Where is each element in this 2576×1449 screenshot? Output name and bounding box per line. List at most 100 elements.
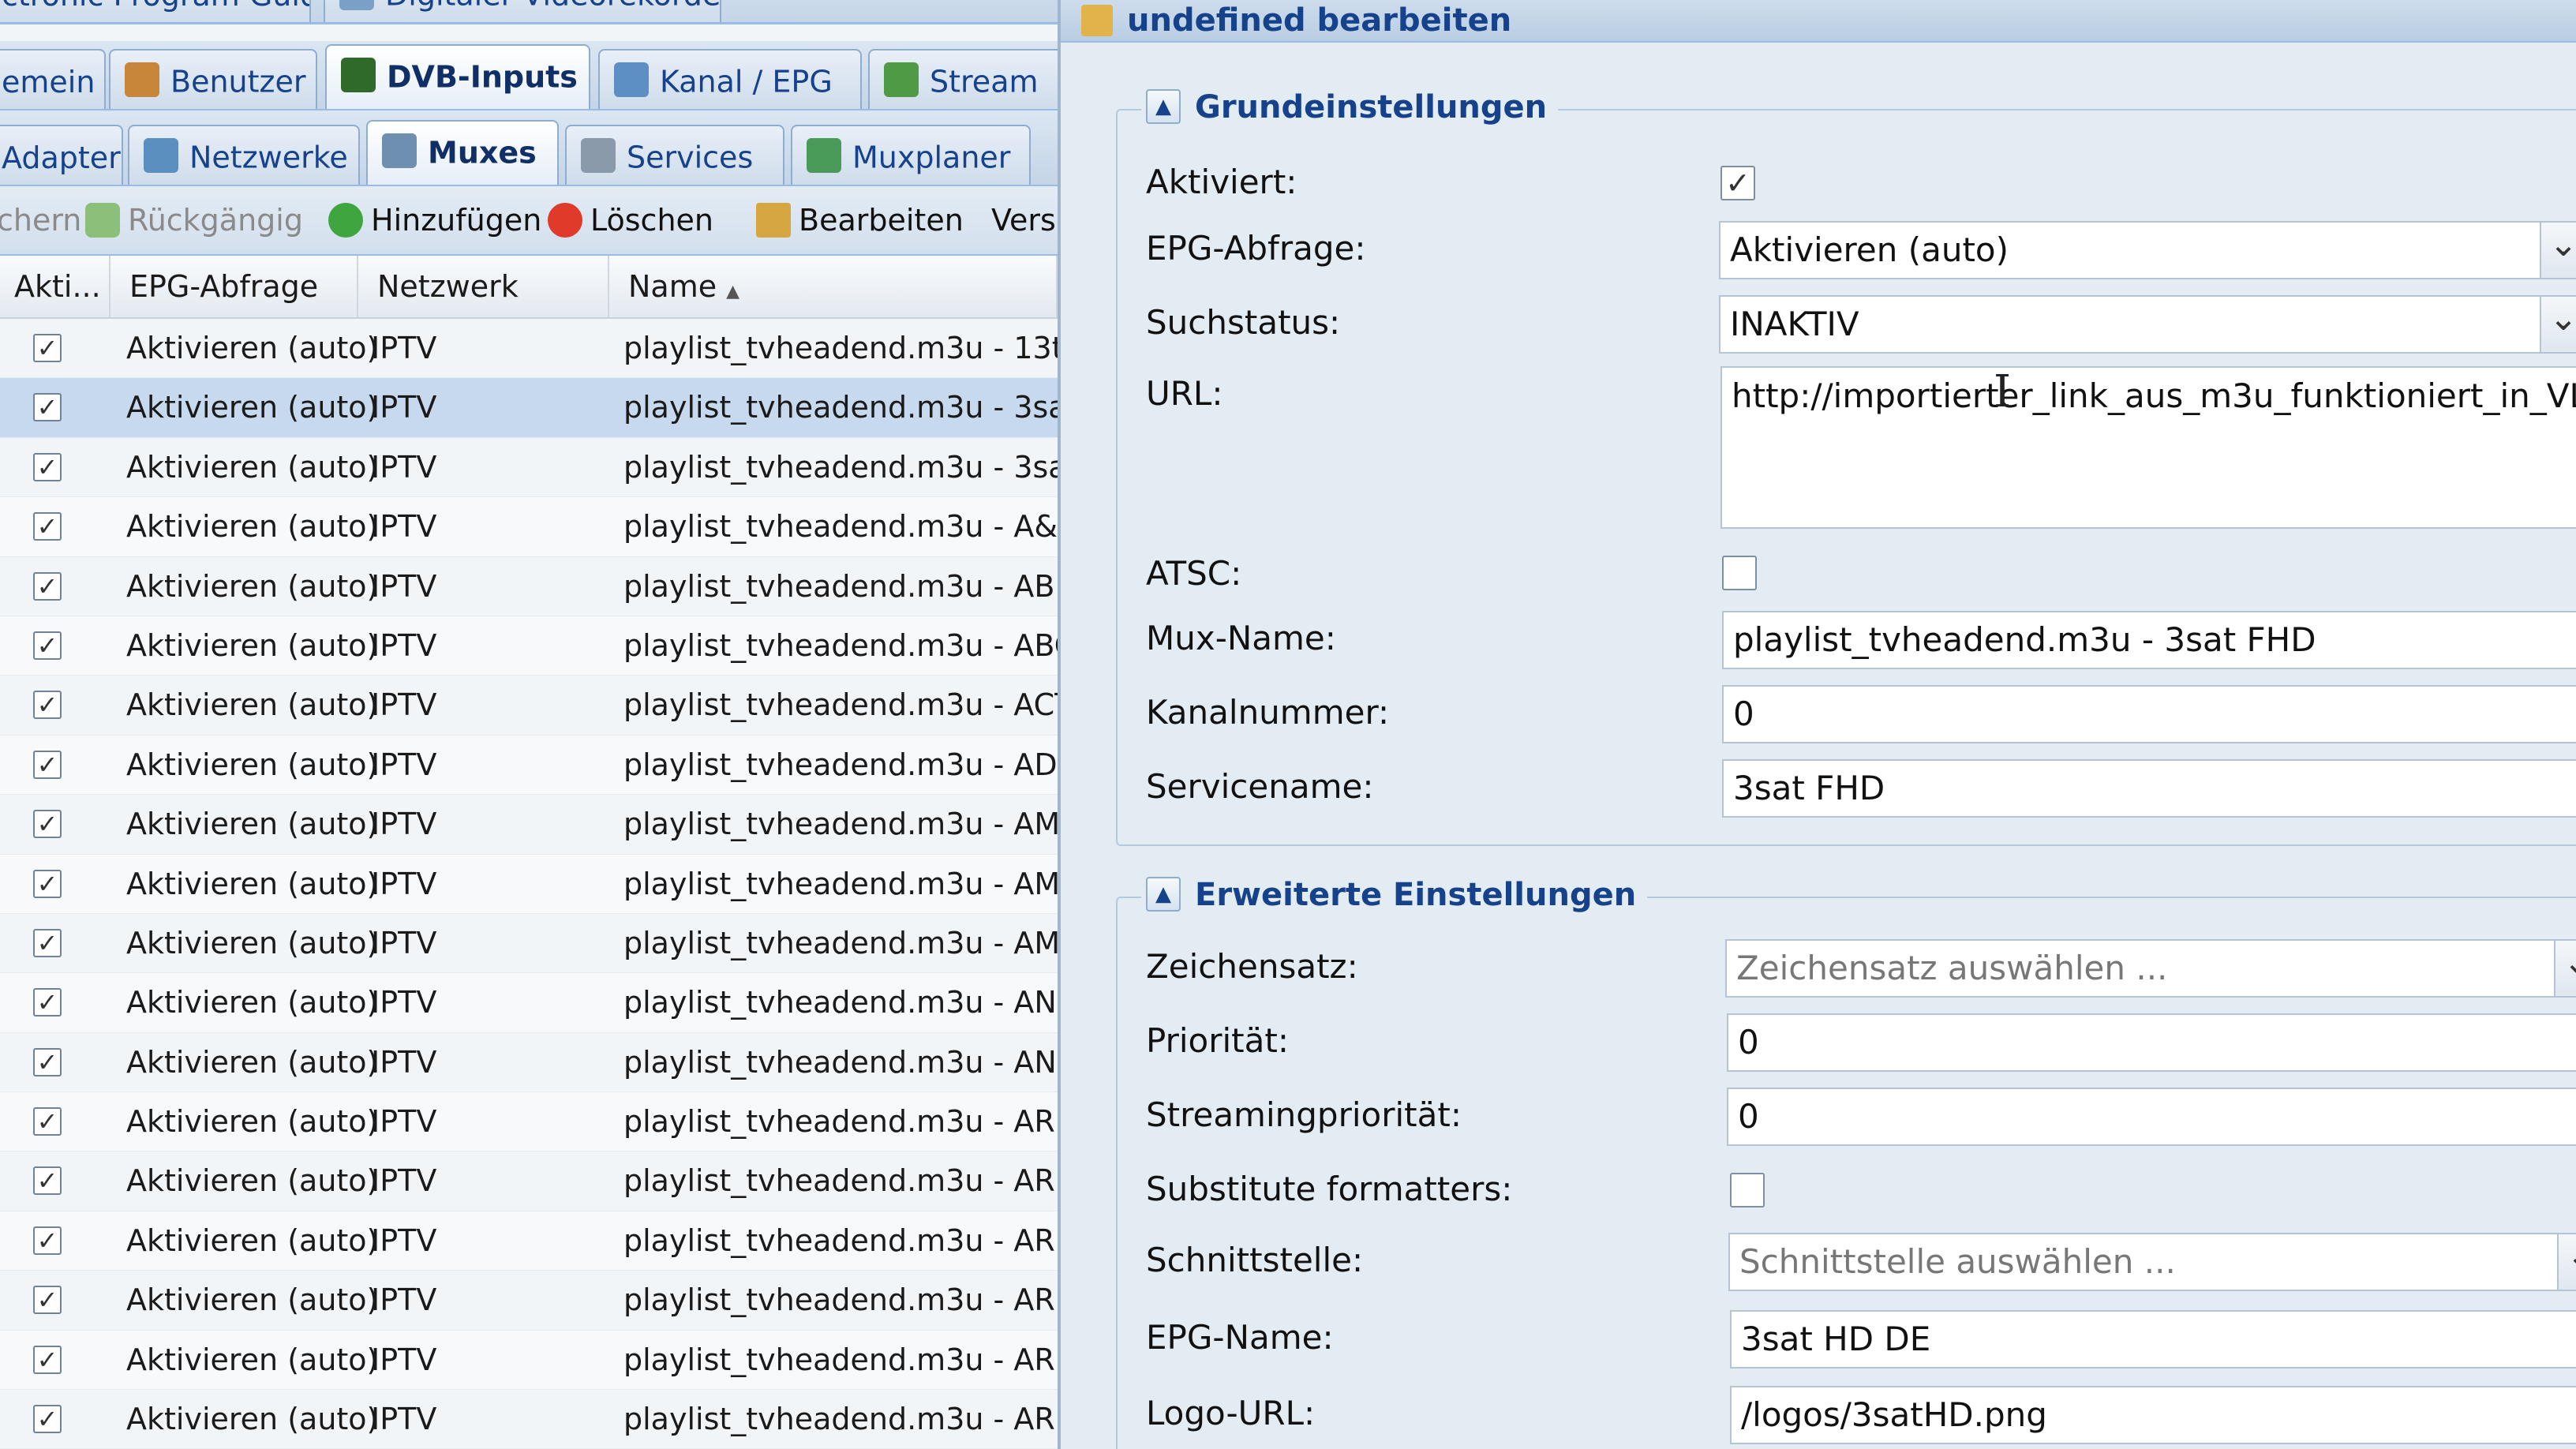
row-epg-cell: Aktivieren (auto): [126, 509, 379, 545]
tab-networks-label: Netzwerke: [189, 140, 348, 175]
row-enabled-checkbox[interactable]: ✓: [33, 988, 62, 1017]
grid-header: Akti... EPG-Abfrage Netzwerk Name ▲: [0, 256, 1058, 319]
tab-stream[interactable]: Stream: [868, 49, 1058, 109]
table-row[interactable]: ✓ Aktivieren (auto) IPTV playlist_tvheadend…: [0, 1211, 1058, 1271]
interface-select[interactable]: Schnittstelle auswählen ...: [1728, 1233, 2576, 1291]
row-name-cell: playlist_tvheadend.m3u - AMC: [623, 866, 1058, 901]
table-row[interactable]: ✓ Aktivieren (auto) IPTV playlist_tvheadend…: [0, 378, 1058, 438]
table-row[interactable]: ✓ Aktivieren (auto) IPTV playlist_tvheadend…: [0, 735, 1058, 796]
row-name-cell: playlist_tvheadend.m3u - ABC: [623, 627, 1058, 663]
stream-priority-input[interactable]: 0: [1727, 1088, 2576, 1146]
table-row[interactable]: ✓ Aktivieren (auto) IPTV playlist_tvheadend…: [0, 1092, 1058, 1152]
add-button[interactable]: Hinzufügen: [328, 186, 541, 254]
more-button[interactable]: Vers: [991, 186, 1056, 254]
row-enabled-checkbox[interactable]: ✓: [33, 334, 62, 362]
table-row[interactable]: ✓ Aktivieren (auto) IPTV playlist_tvheadend…: [0, 438, 1058, 498]
row-name-cell: playlist_tvheadend.m3u - ANIM: [623, 985, 1058, 1020]
row-enabled-checkbox[interactable]: ✓: [33, 571, 62, 601]
row-name-cell: playlist_tvheadend.m3u - AB M: [623, 568, 1058, 604]
table-row[interactable]: ✓ Aktivieren (auto) IPTV playlist_tvheadend…: [0, 319, 1058, 379]
row-enabled-checkbox[interactable]: ✓: [33, 928, 62, 957]
row-enabled-checkbox[interactable]: ✓: [33, 750, 62, 779]
service-name-input[interactable]: 3sat FHD: [1722, 759, 2576, 818]
epg-name-input[interactable]: 3sat HD DE: [1730, 1310, 2576, 1368]
tab-muxscheduler[interactable]: Muxplaner: [791, 125, 1031, 185]
tab-services[interactable]: Services: [565, 125, 784, 185]
table-row[interactable]: ✓ Aktivieren (auto) IPTV playlist_tvheadend…: [0, 1390, 1058, 1449]
atsc-checkbox[interactable]: [1722, 556, 1757, 590]
collapse-icon[interactable]: ▲: [1146, 89, 1181, 124]
table-row[interactable]: ✓ Aktivieren (auto) IPTV playlist_tvheadend…: [0, 497, 1058, 557]
table-row[interactable]: ✓ Aktivieren (auto) IPTV playlist_tvheadend…: [0, 795, 1058, 855]
table-row[interactable]: ✓ Aktivieren (auto) IPTV playlist_tvheadend…: [0, 1033, 1058, 1093]
row-network-cell: IPTV: [371, 509, 437, 545]
row-enabled-checkbox[interactable]: ✓: [33, 512, 62, 541]
advanced-settings-title: Erweiterte Einstellungen: [1195, 877, 1637, 913]
row-epg-cell: Aktivieren (auto): [126, 866, 379, 901]
tab-epg[interactable]: ctronic Program Guide: [0, 0, 311, 22]
row-enabled: Aktiviert: ✓: [1118, 155, 2576, 218]
table-row[interactable]: ✓ Aktivieren (auto) IPTV playlist_tvheadend…: [0, 616, 1058, 676]
col-name-label: Name: [628, 269, 717, 304]
row-enabled-checkbox[interactable]: ✓: [33, 1286, 62, 1315]
tab-dvr[interactable]: Digitaler Videorekorder: [324, 0, 721, 22]
row-enabled-checkbox[interactable]: ✓: [33, 1047, 62, 1076]
table-row[interactable]: ✓ Aktivieren (auto) IPTV playlist_tvheadend…: [0, 914, 1058, 974]
advanced-settings: ▲ Erweiterte Einstellungen Zeichensatz: Z…: [1116, 871, 2576, 1449]
url-textarea[interactable]: http://importierter_link_aus_m3u_funktio…: [1720, 366, 2576, 529]
table-row[interactable]: ✓ Aktivieren (auto) IPTV playlist_tvheadend…: [0, 1271, 1058, 1331]
scan-status-select[interactable]: INAKTIV: [1719, 295, 2576, 354]
edit-button[interactable]: Bearbeiten: [756, 186, 964, 254]
tab-general[interactable]: emein: [0, 49, 106, 109]
undo-button[interactable]: Rückgängig: [85, 186, 303, 254]
row-network-cell: IPTV: [371, 1342, 437, 1377]
channel-number-input[interactable]: 0: [1722, 685, 2576, 743]
row-enabled-checkbox[interactable]: ✓: [33, 631, 62, 660]
row-enabled-checkbox[interactable]: ✓: [33, 1166, 62, 1196]
logo-url-input[interactable]: /logos/3satHD.png: [1730, 1386, 2576, 1444]
row-enabled-checkbox[interactable]: ✓: [33, 452, 62, 481]
delete-button[interactable]: Löschen: [548, 186, 713, 254]
save-button[interactable]: chern: [0, 186, 81, 254]
tab-networks[interactable]: Netzwerke: [128, 125, 360, 185]
grid-toolbar: chern Rückgängig Hinzufügen Löschen Bear…: [0, 186, 1058, 256]
row-enabled-checkbox[interactable]: ✓: [33, 393, 62, 422]
col-network[interactable]: Netzwerk: [358, 256, 609, 317]
tab-channel-epg[interactable]: Kanal / EPG: [598, 49, 862, 109]
tab-users[interactable]: Benutzer: [109, 49, 317, 109]
row-enabled-checkbox[interactable]: ✓: [33, 810, 62, 839]
tab-muxes[interactable]: Muxes: [366, 120, 559, 185]
epg-select[interactable]: Aktivieren (auto): [1719, 221, 2576, 279]
mux-name-input[interactable]: playlist_tvheadend.m3u - 3sat FHD: [1722, 611, 2576, 669]
col-name[interactable]: Name ▲: [609, 256, 1058, 317]
row-enabled-checkbox[interactable]: ✓: [33, 1345, 62, 1374]
substitute-formatters-checkbox[interactable]: [1730, 1173, 1765, 1208]
row-enabled-checkbox[interactable]: ✓: [33, 691, 62, 720]
row-enabled-checkbox[interactable]: ✓: [33, 1226, 62, 1255]
table-row[interactable]: ✓ Aktivieren (auto) IPTV playlist_tvheadend…: [0, 1330, 1058, 1391]
row-enabled-checkbox[interactable]: ✓: [33, 1405, 62, 1434]
table-row[interactable]: ✓ Aktivieren (auto) IPTV playlist_tvheadend…: [0, 854, 1058, 914]
charset-select[interactable]: Zeichensatz auswählen ...: [1725, 939, 2576, 998]
row-enabled-checkbox[interactable]: ✓: [33, 1107, 62, 1136]
collapse-icon[interactable]: ▲: [1146, 877, 1181, 912]
stream-icon: [884, 62, 919, 97]
col-epg[interactable]: EPG-Abfrage: [110, 256, 358, 317]
table-row[interactable]: ✓ Aktivieren (auto) IPTV playlist_tvheadend…: [0, 676, 1058, 736]
table-row[interactable]: ✓ Aktivieren (auto) IPTV playlist_tvheadend…: [0, 1151, 1058, 1211]
row-enabled-checkbox[interactable]: ✓: [33, 869, 62, 898]
priority-input[interactable]: 0: [1727, 1013, 2576, 1072]
table-row[interactable]: ✓ Aktivieren (auto) IPTV playlist_tvheadend…: [0, 973, 1058, 1033]
col-enabled[interactable]: Akti...: [0, 256, 110, 317]
mux-list-panel: ctronic Program Guide Digitaler Videorek…: [0, 0, 1061, 1449]
row-name-cell: playlist_tvheadend.m3u - AMEI: [623, 925, 1058, 960]
row-name-cell: playlist_tvheadend.m3u - AREN: [623, 1282, 1058, 1318]
row-epg-cell: Aktivieren (auto): [126, 1342, 379, 1377]
row-network-cell: IPTV: [371, 449, 437, 485]
channel-number-label: Kanalnummer:: [1146, 693, 1390, 732]
add-label: Hinzufügen: [371, 203, 542, 238]
table-row[interactable]: ✓ Aktivieren (auto) IPTV playlist_tvheadend…: [0, 557, 1058, 616]
tab-dvb-inputs[interactable]: DVB-Inputs: [325, 44, 590, 109]
tab-adapter[interactable]: Adapter: [0, 125, 123, 185]
enabled-checkbox[interactable]: ✓: [1720, 166, 1755, 200]
